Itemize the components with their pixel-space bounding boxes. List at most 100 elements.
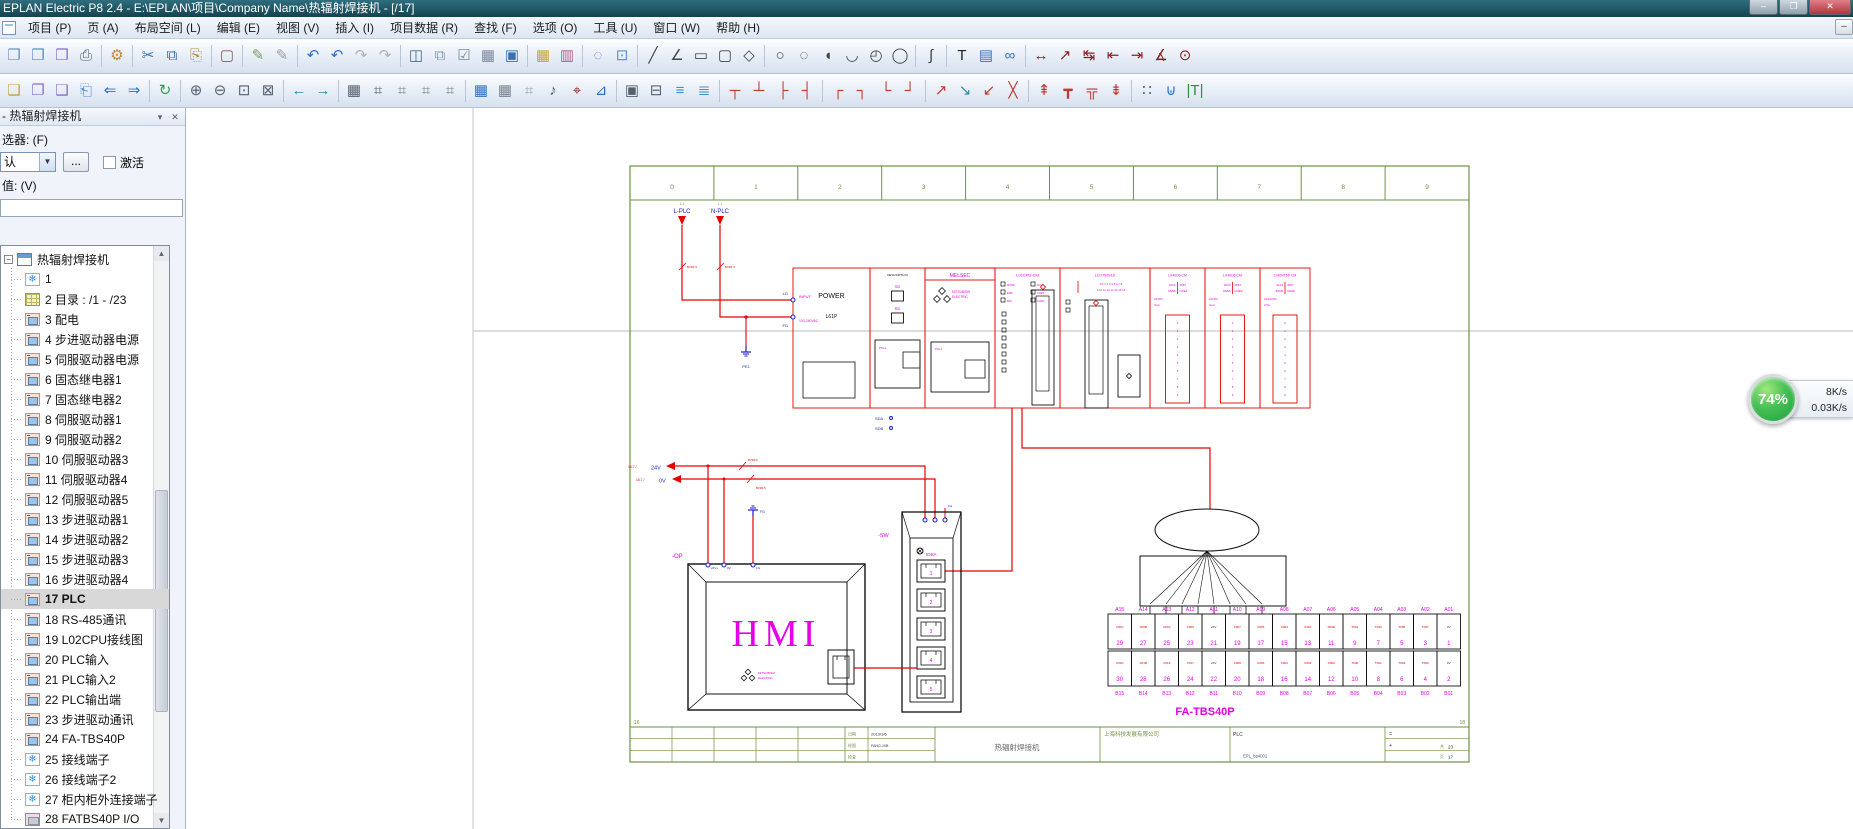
text-tool-icon[interactable]: T [950, 43, 974, 69]
page-tree-item[interactable]: ❄25 接线端子 [1, 749, 169, 769]
page-tree-item[interactable]: 4 步进驱动器电源 [1, 329, 169, 349]
select-marquee-icon[interactable]: ▢ [215, 43, 239, 69]
dots-icon[interactable]: ∷ [1135, 78, 1159, 104]
menu-w[interactable]: 窗口 (W) [645, 16, 708, 39]
conn-tee-left-icon[interactable]: ┤ [795, 78, 819, 104]
line-tool-icon[interactable]: ╱ [641, 43, 665, 69]
graphic-macro-icon[interactable]: ⊿ [589, 78, 613, 104]
page-tree-item[interactable]: 10 伺服驱动器3 [1, 449, 169, 469]
device-panel-icon[interactable]: ⊟ [644, 78, 668, 104]
memory-percent-badge[interactable]: 74% [1748, 374, 1798, 424]
page-tree-item[interactable]: 17 PLC [1, 589, 169, 609]
menu-p[interactable]: 项目 (P) [20, 16, 79, 39]
grid-c-icon[interactable]: ⌗ [390, 78, 414, 104]
dim-increment-icon[interactable]: ⇥ [1125, 43, 1149, 69]
project-open-icon[interactable]: ❒ [50, 43, 74, 69]
hyperlink-tool-icon[interactable]: ∞ [998, 43, 1022, 69]
filter-combo[interactable]: 认 ▼ [0, 152, 56, 172]
arc2-tool-icon[interactable]: ◡ [840, 43, 864, 69]
page-tree-item[interactable]: 9 伺服驱动器2 [1, 429, 169, 449]
page-properties-icon[interactable]: ❑ [50, 78, 74, 104]
dim-linear-icon[interactable]: ↔ [1029, 43, 1053, 69]
rectangle-tool-icon[interactable]: ▭ [689, 43, 713, 69]
list2-icon[interactable]: ≣ [692, 78, 716, 104]
format-brush2-icon[interactable]: ✎ [270, 43, 294, 69]
cart-icon[interactable]: ⊍ [1159, 78, 1183, 104]
wire-diag3-icon[interactable]: ↙ [977, 78, 1001, 104]
close-button[interactable]: ✕ [1809, 0, 1851, 15]
minimize-button[interactable]: – [1749, 0, 1778, 15]
menu-e[interactable]: 编辑 (E) [209, 16, 268, 39]
snap-grid-icon[interactable]: ▦ [493, 78, 517, 104]
zoom-100-icon[interactable]: ⊠ [256, 78, 280, 104]
tree-expander-icon[interactable]: − [4, 255, 13, 264]
workspace-monitor-icon[interactable]: ▣ [500, 43, 524, 69]
combo-arrow-icon[interactable]: ▼ [39, 153, 55, 171]
page-prev-icon[interactable]: ⇐ [98, 78, 122, 104]
mdi-minimize-button[interactable]: – [1835, 19, 1853, 35]
zoom-in-icon[interactable]: ⊕ [184, 78, 208, 104]
dim-chain-icon[interactable]: ↹ [1077, 43, 1101, 69]
list-icon[interactable]: ≡ [668, 78, 692, 104]
circle-sector-tool-icon[interactable]: ◴ [864, 43, 888, 69]
grid-on-icon[interactable]: ▦ [469, 78, 493, 104]
refresh-icon[interactable]: ↻ [153, 78, 177, 104]
nav-back-icon[interactable]: ← [287, 78, 311, 104]
menu-i[interactable]: 插入 (I) [327, 16, 382, 39]
circle-tool-icon[interactable]: ○ [768, 43, 792, 69]
filter-browse-button[interactable]: ... [63, 152, 89, 172]
page-tree-item[interactable]: 3 配电 [1, 309, 169, 329]
layout-overlap-icon[interactable]: ⧉ [428, 43, 452, 69]
page-tree-item[interactable]: 20 PLC输入 [1, 649, 169, 669]
dim-angle-icon[interactable]: ∡ [1149, 43, 1173, 69]
conn-tee-right-icon[interactable]: ├ [771, 78, 795, 104]
schematic-editor[interactable]: 01234567891618日期2013/1/6绘图FANG.JXB检查热辐射焊… [187, 108, 1853, 829]
page-tree-item[interactable]: 14 步进驱动器2 [1, 529, 169, 549]
schematic-canvas[interactable]: 01234567891618日期2013/1/6绘图FANG.JXB检查热辐射焊… [187, 108, 1853, 829]
page-tree-item[interactable]: 11 伺服驱动器4 [1, 469, 169, 489]
page-next-icon[interactable]: ⇒ [122, 78, 146, 104]
undo-icon[interactable]: ↶ [301, 43, 325, 69]
device-group-icon[interactable]: ◌ [586, 43, 610, 69]
rectangle2-tool-icon[interactable]: ▢ [713, 43, 737, 69]
table-add-icon[interactable]: ▦ [531, 43, 555, 69]
spline-tool-icon[interactable]: ∫ [919, 43, 943, 69]
wire-cross-icon[interactable]: ╳ [1001, 78, 1025, 104]
menu-a[interactable]: 页 (A) [79, 16, 126, 39]
paste-icon[interactable]: ⎘ [184, 43, 208, 69]
undo-history-icon[interactable]: ↶ [325, 43, 349, 69]
cut-icon[interactable]: ✂ [136, 43, 160, 69]
menu-l[interactable]: 布局空间 (L) [127, 16, 209, 39]
wire-diag2-icon[interactable]: ↘ [953, 78, 977, 104]
panel-close-icon[interactable]: ✕ [168, 110, 182, 123]
conn-corner1-icon[interactable]: ┌ [826, 78, 850, 104]
mdi-document-icon[interactable] [2, 21, 16, 35]
page-tree-item[interactable]: 28 FATBS40P I/O [1, 809, 169, 829]
page-tree-item[interactable]: 19 L02CPU接线图 [1, 629, 169, 649]
page-tree-item[interactable]: 24 FA-TBS40P [1, 729, 169, 749]
page-tree-item[interactable]: 6 固态继电器1 [1, 369, 169, 389]
menu-o[interactable]: 选项 (O) [525, 16, 586, 39]
page-tree-item[interactable]: ❄27 柜内柜外连接端子 [1, 789, 169, 809]
menu-v[interactable]: 视图 (V) [268, 16, 327, 39]
polygon-tool-icon[interactable]: ◇ [737, 43, 761, 69]
jump-tee-icon[interactable]: ┳ [1056, 78, 1080, 104]
page-tree-item[interactable]: 12 伺服驱动器5 [1, 489, 169, 509]
zoom-window-icon[interactable]: ⊡ [232, 78, 256, 104]
page-tree-item[interactable]: 16 步进驱动器4 [1, 569, 169, 589]
image-tool-icon[interactable]: ▤ [974, 43, 998, 69]
dim-radius-icon[interactable]: ⊙ [1173, 43, 1197, 69]
zoom-out-icon[interactable]: ⊖ [208, 78, 232, 104]
page-tree-item[interactable]: 15 步进驱动器3 [1, 549, 169, 569]
panel-menu-icon[interactable]: ▾ [153, 110, 167, 123]
title-bar[interactable]: EPLAN Electric P8 2.4 - E:\EPLAN\项目\Comp… [0, 0, 1853, 17]
ellipse-tool-icon[interactable]: ◯ [888, 43, 912, 69]
redo-icon[interactable]: ↷ [349, 43, 373, 69]
interrupt-icon[interactable]: ⇟ [1104, 78, 1128, 104]
conn-tee-up-icon[interactable]: ┴ [747, 78, 771, 104]
page-tree-item[interactable]: 13 步进驱动器1 [1, 509, 169, 529]
page-tree-item[interactable]: 8 伺服驱动器1 [1, 409, 169, 429]
layout-panels-icon[interactable]: ◫ [404, 43, 428, 69]
grid-a-icon[interactable]: ▦ [342, 78, 366, 104]
grid-b-icon[interactable]: ⌗ [366, 78, 390, 104]
